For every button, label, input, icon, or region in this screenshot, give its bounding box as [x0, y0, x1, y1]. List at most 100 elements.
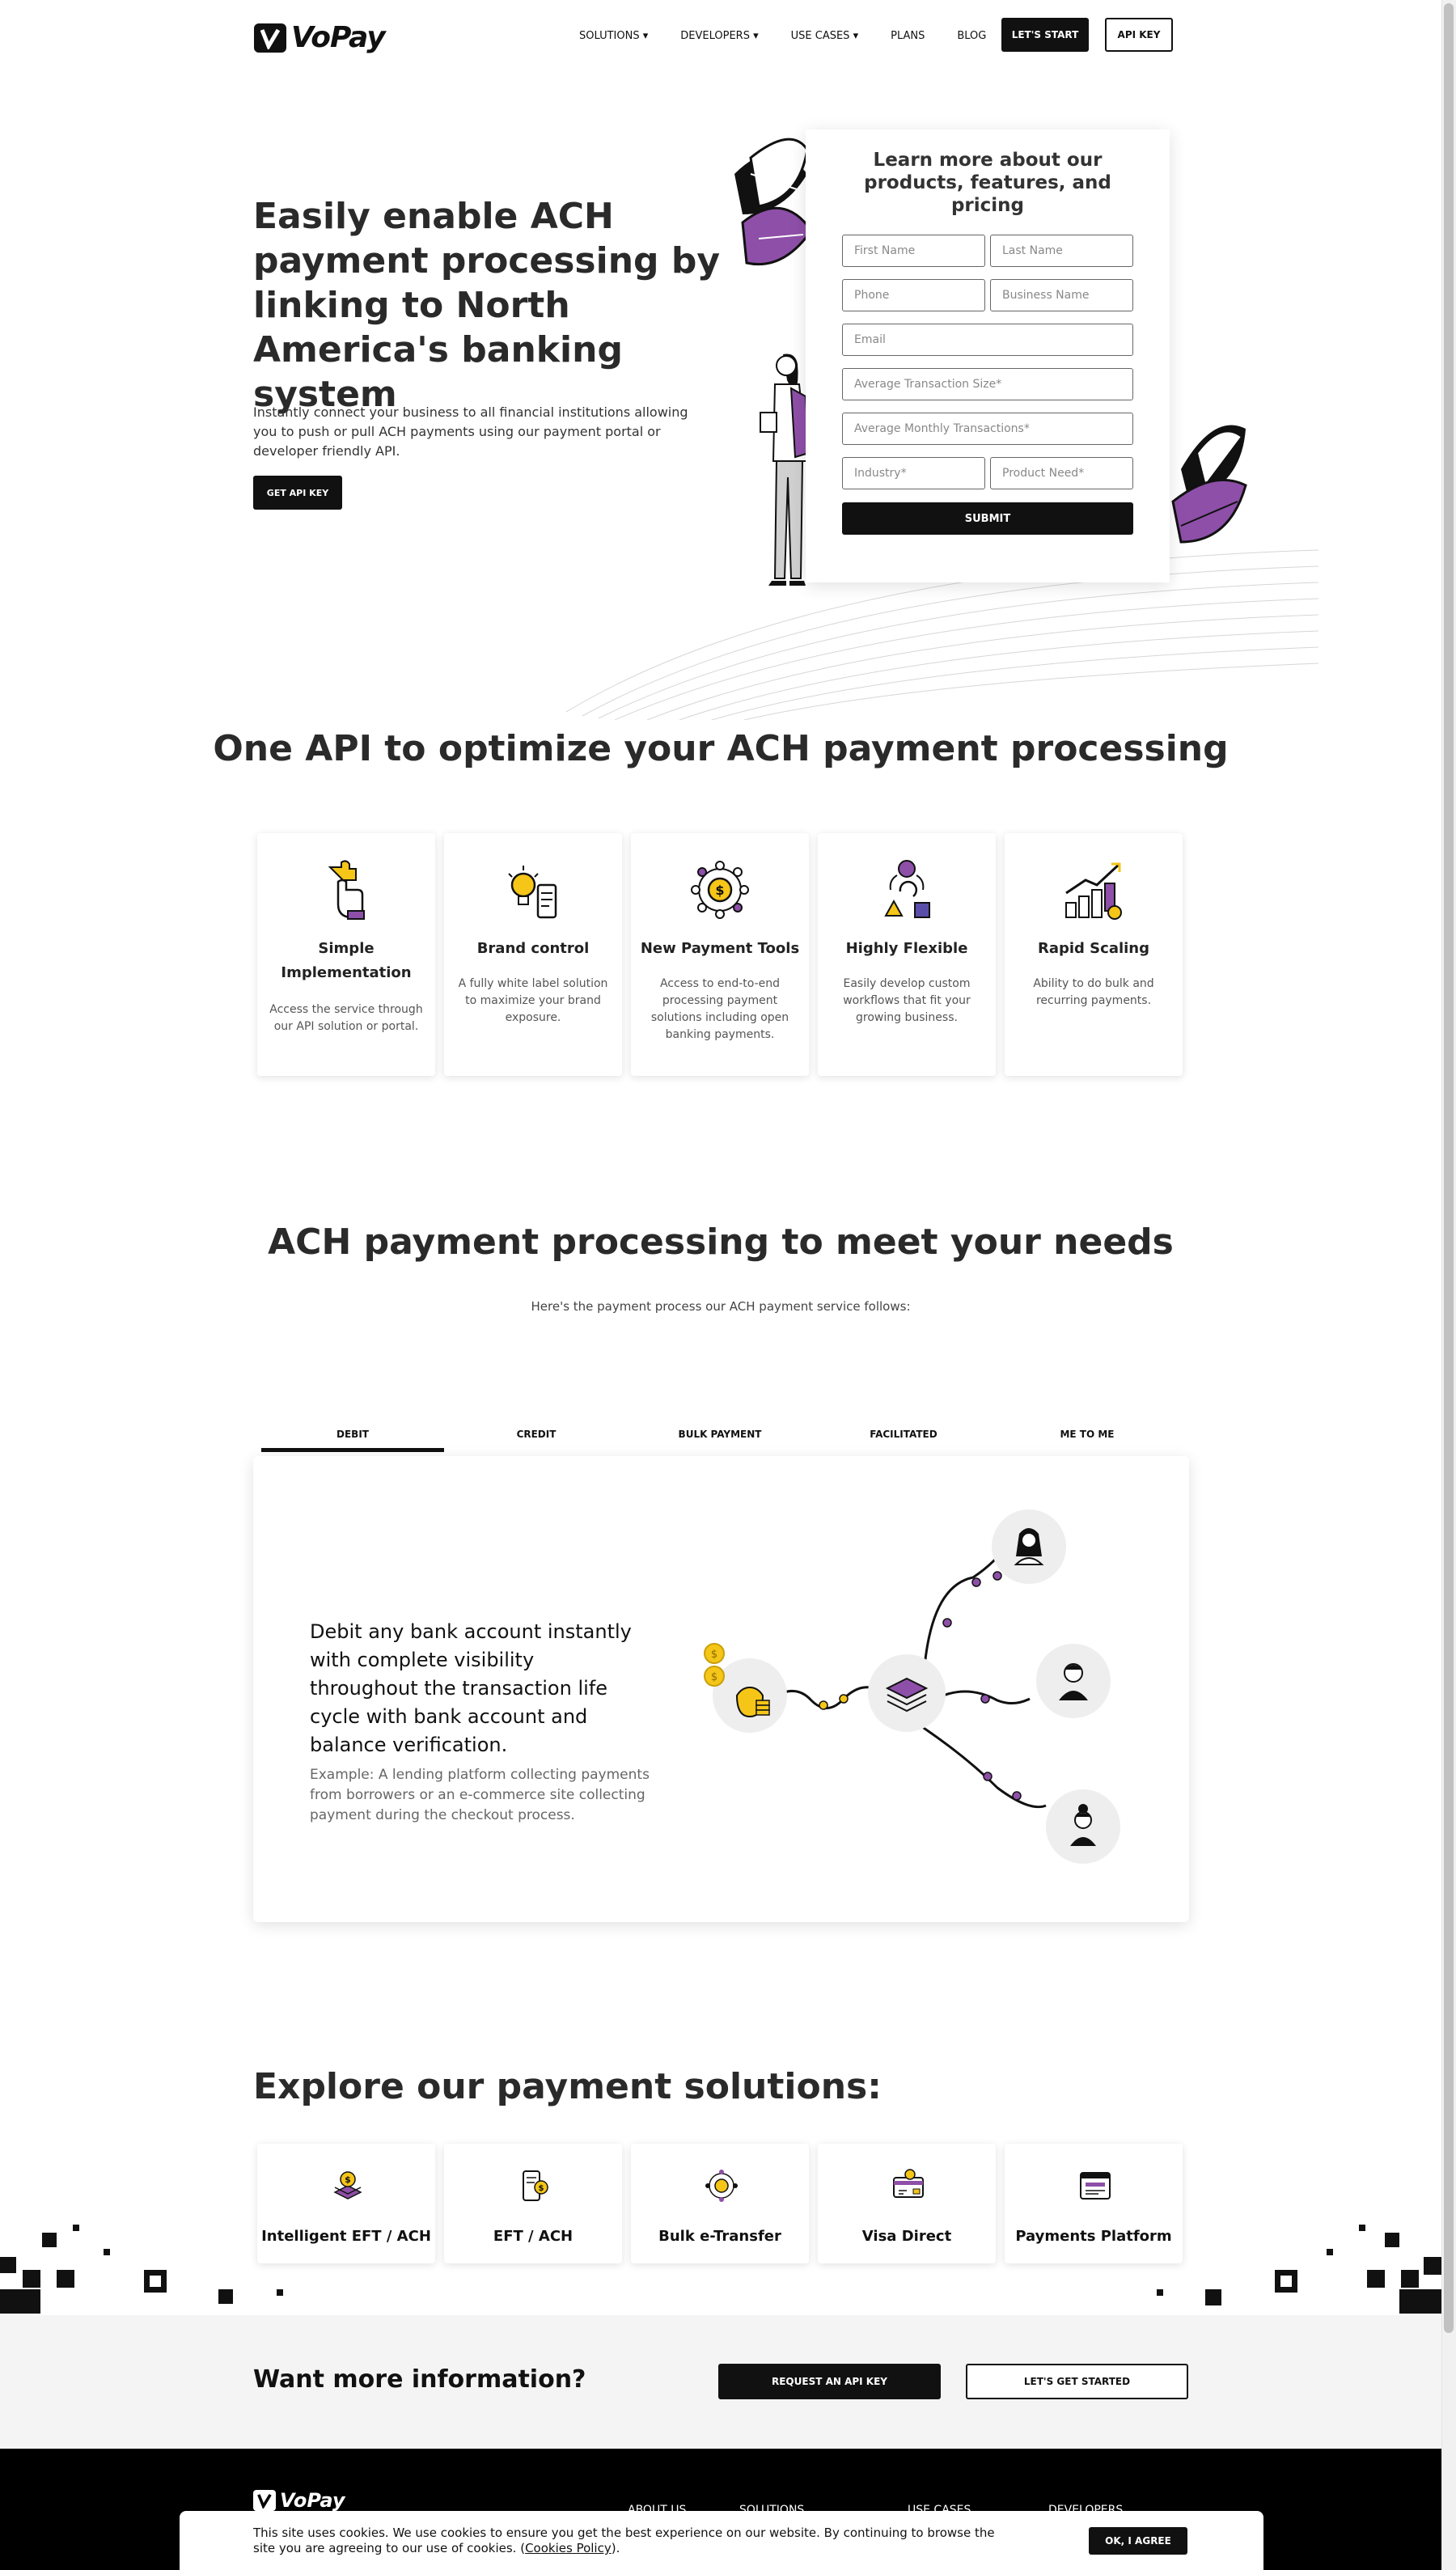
feature-desc: Access to end-to-end processing payment …: [650, 977, 789, 1041]
features-heading: One API to optimize your ACH payment pro…: [213, 728, 1229, 769]
leaf-illustration-top-icon: [734, 138, 813, 266]
vopay-hub-node: [868, 1654, 946, 1732]
shapes-cycle-icon: [884, 860, 930, 918]
tab-me-to-me[interactable]: ME TO ME: [996, 1429, 1179, 1440]
process-subheading: Here's the payment process our ACH payme…: [531, 1299, 911, 1314]
feature-desc: Access the service through our API solut…: [269, 1003, 423, 1033]
tab-facilitated[interactable]: FACILITATED: [812, 1429, 995, 1440]
footer-logo-mark-icon: [253, 2490, 276, 2511]
svg-text:$: $: [715, 883, 724, 898]
active-tab-indicator: [261, 1448, 444, 1452]
average-transaction-size-field[interactable]: Average Transaction Size*: [842, 368, 1133, 400]
cta-band: Want more information? REQUEST AN API KE…: [0, 2315, 1441, 2449]
recipient-node-top: [992, 1509, 1066, 1584]
nav-developers[interactable]: DEVELOPERS ▾: [680, 30, 758, 42]
industry-select[interactable]: Industry*: [842, 457, 985, 489]
debit-tab-panel: Debit any bank account instantly with co…: [253, 1456, 1189, 1922]
feature-card-brand-control: Brand control A fully white label soluti…: [444, 833, 622, 1076]
business-name-field[interactable]: Business Name: [990, 279, 1133, 311]
leaf-illustration-bottom-icon: [1171, 425, 1247, 544]
solutions-heading: Explore our payment solutions:: [253, 2066, 882, 2107]
process-heading: ACH payment processing to meet your need…: [268, 1221, 1174, 1263]
cta-heading: Want more information?: [253, 2365, 586, 2394]
stacked-layers-icon: [885, 1677, 929, 1713]
average-monthly-transactions-field[interactable]: Average Monthly Transactions*: [842, 413, 1133, 445]
nav-use-cases[interactable]: USE CASES ▾: [791, 30, 858, 42]
feature-title: Simple Implementation: [281, 940, 412, 981]
card-terminal-icon: [893, 2169, 924, 2198]
feature-card-rapid-scaling: Rapid Scaling Ability to do bulk and rec…: [1005, 833, 1183, 1076]
last-name-field[interactable]: Last Name: [990, 235, 1133, 267]
panel-title: Debit any bank account instantly with co…: [310, 1620, 632, 1756]
get-api-key-button[interactable]: GET API KEY: [253, 476, 342, 510]
lets-get-started-button[interactable]: LET'S GET STARTED: [966, 2364, 1188, 2399]
person-male-icon: [1059, 1663, 1088, 1700]
recipient-node-bottom: [1046, 1789, 1120, 1864]
nav-solutions[interactable]: SOLUTIONS ▾: [579, 30, 648, 42]
contact-form-card: Learn more about our products, features,…: [806, 129, 1170, 582]
coin-stack-icon: $: [333, 2171, 362, 2200]
browser-window-icon: [1080, 2172, 1111, 2200]
pixel-squares-right-decoration: [1157, 2225, 1441, 2314]
pixel-squares-left-decoration: [0, 2225, 283, 2314]
svg-text:$: $: [345, 2174, 351, 2185]
panel-example: Example: A lending platform collecting p…: [310, 1767, 650, 1823]
feature-title: Brand control: [476, 940, 590, 957]
scrollbar-thumb[interactable]: [1444, 3, 1454, 2333]
feature-title: Highly Flexible: [845, 940, 968, 957]
hero-description: Instantly connect your business to all f…: [253, 404, 688, 459]
person-female-bun-icon: [1070, 1804, 1096, 1846]
phone-coin-icon: $: [523, 2170, 548, 2201]
feature-title: New Payment Tools: [640, 940, 800, 957]
logo-text: VoPay: [291, 21, 386, 54]
hero-title: Easily enable ACH payment processing by …: [253, 196, 721, 415]
vopay-logo[interactable]: VoPay: [254, 21, 386, 54]
tab-debit[interactable]: DEBIT: [261, 1429, 444, 1440]
solution-label: Bulk e-Transfer: [658, 2228, 781, 2245]
recipient-node-middle: [1036, 1644, 1111, 1718]
footer-logo-text: VoPay: [280, 2489, 345, 2512]
submit-button[interactable]: SUBMIT: [842, 502, 1133, 535]
form-title: Learn more about our products, features,…: [864, 150, 1111, 216]
solution-card-bulk-e-transfer[interactable]: Bulk e-Transfer: [631, 2144, 809, 2263]
coin-network-icon: $: [691, 861, 749, 919]
solution-label: Visa Direct: [861, 2228, 952, 2245]
person-female-icon: [1014, 1528, 1044, 1565]
svg-text:$: $: [711, 1671, 717, 1683]
main-nav: SOLUTIONS ▾ DEVELOPERS ▾ USE CASES ▾ PLA…: [579, 30, 986, 42]
feature-card-highly-flexible: Highly Flexible Easily develop custom wo…: [818, 833, 996, 1076]
email-field[interactable]: Email: [842, 324, 1133, 356]
cookie-text: This site uses cookies. We use cookies t…: [253, 2526, 995, 2555]
coin-network-small-icon: [705, 2170, 738, 2202]
hand-puzzle-icon: [328, 860, 365, 920]
tab-credit[interactable]: CREDIT: [445, 1429, 628, 1440]
growth-chart-icon: [1065, 862, 1122, 920]
first-name-field[interactable]: First Name: [842, 235, 985, 267]
svg-text:$: $: [539, 2184, 544, 2193]
api-key-button[interactable]: API KEY: [1105, 18, 1173, 52]
tab-bulk-payment[interactable]: BULK PAYMENT: [629, 1429, 811, 1440]
solution-card-eft-ach[interactable]: $ EFT / ACH: [444, 2144, 622, 2263]
cookie-accept-button[interactable]: OK, I AGREE: [1089, 2527, 1187, 2555]
page-scrollbar[interactable]: [1441, 0, 1456, 2570]
svg-text:$: $: [711, 1649, 717, 1661]
cookie-banner: This site uses cookies. We use cookies t…: [180, 2511, 1263, 2570]
request-api-key-button[interactable]: REQUEST AN API KEY: [718, 2364, 941, 2399]
product-need-select[interactable]: Product Need*: [990, 457, 1133, 489]
phone-field[interactable]: Phone: [842, 279, 985, 311]
footer-logo[interactable]: VoPay: [253, 2489, 345, 2512]
feature-desc: Easily develop custom workflows that fit…: [843, 977, 971, 1024]
vopay-logo-mark-icon: [254, 23, 286, 53]
nav-blog[interactable]: BLOG: [957, 30, 986, 42]
floating-coins-icon: $ $: [704, 1643, 725, 1687]
nav-plans[interactable]: PLANS: [891, 30, 925, 42]
feature-title: Rapid Scaling: [1037, 940, 1150, 957]
cookies-policy-link[interactable]: Cookies Policy: [525, 2541, 612, 2555]
solution-card-visa-direct[interactable]: Visa Direct: [818, 2144, 996, 2263]
feature-card-simple-implementation: Simple Implementation Access the service…: [257, 833, 435, 1076]
lets-start-button[interactable]: LET'S START: [1001, 18, 1089, 52]
feature-card-new-payment-tools: $ New Payment Tools Access to end-to-end…: [631, 833, 809, 1076]
feature-desc: A fully white label solution to maximize…: [458, 977, 608, 1024]
solution-label: EFT / ACH: [493, 2228, 574, 2245]
lightbulb-phone-icon: [508, 866, 557, 919]
